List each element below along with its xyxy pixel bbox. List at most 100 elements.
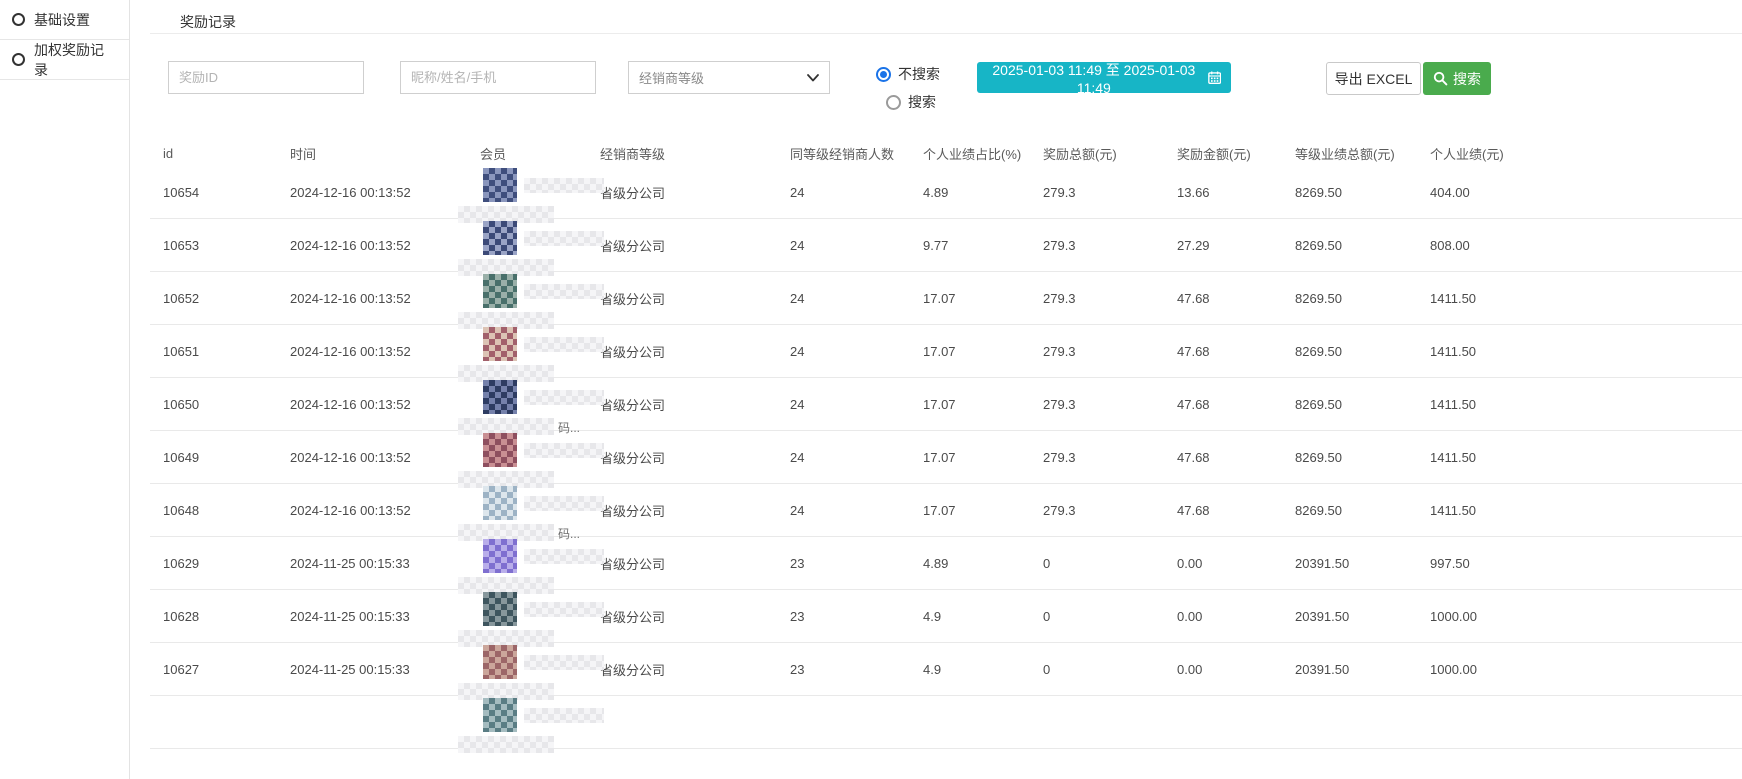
- cell-reward-total: 0: [1043, 590, 1177, 642]
- cell-ratio: 17.07: [923, 378, 1043, 430]
- column-header: 个人业绩(元): [1430, 140, 1742, 166]
- cell-reward-amount: 0.00: [1177, 643, 1295, 695]
- member-cell: [480, 431, 600, 483]
- sidebar-item-weighted-reward-records[interactable]: 加权奖励记录: [0, 40, 129, 80]
- cell-ratio: 9.77: [923, 219, 1043, 271]
- cell-peer-count: 24: [790, 219, 923, 271]
- cell-dealer-level: [600, 696, 790, 748]
- column-header: 等级业绩总额(元): [1295, 140, 1430, 166]
- export-excel-button[interactable]: 导出 EXCEL: [1326, 62, 1421, 95]
- member-name-blur: [524, 337, 604, 352]
- table-row: [150, 696, 1742, 749]
- search-button[interactable]: 搜索: [1423, 62, 1491, 95]
- cell-id: 10654: [163, 166, 290, 218]
- cell-dealer-level: 省级分公司: [600, 219, 790, 271]
- cell-reward-total: 279.3: [1043, 431, 1177, 483]
- table-row: 106272024-11-25 00:15:33省级分公司234.900.002…: [150, 643, 1742, 696]
- table-row: 106542024-12-16 00:13:52省级分公司244.89279.3…: [150, 166, 1742, 219]
- cell-peer-count: 23: [790, 643, 923, 695]
- cell-id: 10650: [163, 378, 290, 430]
- sidebar-item-basic-settings[interactable]: 基础设置: [0, 0, 129, 40]
- member-avatar: [483, 274, 517, 308]
- cell-reward-total: 279.3: [1043, 219, 1177, 271]
- cell-peer-count: 23: [790, 590, 923, 642]
- cell-time: 2024-12-16 00:13:52: [290, 166, 480, 218]
- reward-id-input[interactable]: [168, 61, 364, 94]
- cell-dealer-level: 省级分公司: [600, 272, 790, 324]
- cell-reward-amount: 47.68: [1177, 325, 1295, 377]
- member-search-input[interactable]: [400, 61, 596, 94]
- cell-level-total: 8269.50: [1295, 484, 1430, 536]
- member-avatar: [483, 539, 517, 573]
- cell-reward-total: [1043, 696, 1177, 748]
- cell-id: 10651: [163, 325, 290, 377]
- cell-time: 2024-11-25 00:15:33: [290, 643, 480, 695]
- member-name-blur: [524, 655, 604, 670]
- sidebar: 基础设置 加权奖励记录: [0, 0, 130, 779]
- cell-dealer-level: 省级分公司: [600, 166, 790, 218]
- member-avatar: [483, 433, 517, 467]
- radio-unselected-icon: [886, 95, 901, 110]
- cell-reward-amount: 47.68: [1177, 272, 1295, 324]
- table-row: 106512024-12-16 00:13:52 省级分公司2417.07279.…: [150, 325, 1742, 378]
- cell-ratio: 17.07: [923, 272, 1043, 324]
- member-cell: [480, 272, 600, 324]
- member-cell: [480, 166, 600, 218]
- column-header: 同等级经销商人数: [790, 140, 923, 166]
- cell-ratio: 4.9: [923, 643, 1043, 695]
- member-info-blur: [458, 736, 554, 753]
- member-cell: 码...: [480, 378, 600, 430]
- date-range-button[interactable]: 2025-01-03 11:49 至 2025-01-03 11:49: [977, 62, 1231, 93]
- member-cell: [480, 590, 600, 642]
- cell-time: 2024-11-25 00:15:33: [290, 537, 480, 589]
- cell-id: 10653: [163, 219, 290, 271]
- table-row: 106502024-12-16 00:13:52码...省级分公司2417.07…: [150, 378, 1742, 431]
- cell-reward-amount: 47.68: [1177, 431, 1295, 483]
- member-name-blur: [524, 231, 604, 246]
- chevron-down-icon: [807, 74, 819, 82]
- cell-personal: 1411.50: [1430, 325, 1742, 377]
- column-header: 个人业绩占比(%): [923, 140, 1043, 166]
- cell-dealer-level: 省级分公司: [600, 643, 790, 695]
- cell-reward-amount: 47.68: [1177, 378, 1295, 430]
- radio-search[interactable]: 搜索: [886, 92, 940, 112]
- radio-search-label: 搜索: [908, 92, 936, 112]
- member-name-blur: [524, 284, 604, 299]
- cell-ratio: 17.07: [923, 484, 1043, 536]
- cell-reward-total: 279.3: [1043, 325, 1177, 377]
- table-row: 106282024-11-25 00:15:33省级分公司234.900.002…: [150, 590, 1742, 643]
- member-name-blur: [524, 549, 604, 564]
- member-name-blur: [524, 178, 604, 193]
- cell-personal: 1411.50: [1430, 378, 1742, 430]
- cell-time: 2024-12-16 00:13:52: [290, 219, 480, 271]
- member-name-blur: [524, 602, 604, 617]
- member-cell: [480, 537, 600, 589]
- table-row: 106532024-12-16 00:13:52 省级分公司249.77279.3…: [150, 219, 1742, 272]
- table-row: 106492024-12-16 00:13:52省级分公司2417.07279.…: [150, 431, 1742, 484]
- cell-ratio: 17.07: [923, 325, 1043, 377]
- date-range-text: 2025-01-03 11:49 至 2025-01-03 11:49: [987, 60, 1201, 96]
- cell-level-total: 8269.50: [1295, 325, 1430, 377]
- cell-peer-count: 24: [790, 325, 923, 377]
- cell-dealer-level: 省级分公司: [600, 590, 790, 642]
- cell-id: 10648: [163, 484, 290, 536]
- cell-reward-total: 0: [1043, 643, 1177, 695]
- search-button-label: 搜索: [1453, 69, 1481, 89]
- cell-level-total: 20391.50: [1295, 643, 1430, 695]
- table-header-row: id时间会员经销商等级同等级经销商人数个人业绩占比(%)奖励总额(元)奖励金额(…: [150, 140, 1742, 166]
- cell-level-total: 8269.50: [1295, 378, 1430, 430]
- radio-no-search[interactable]: 不搜索: [876, 64, 940, 84]
- cell-ratio: [923, 696, 1043, 748]
- cell-dealer-level: 省级分公司: [600, 325, 790, 377]
- member-name-blur: [524, 708, 604, 723]
- member-name-blur: [524, 390, 604, 405]
- member-avatar: [483, 592, 517, 626]
- cell-time: 2024-12-16 00:13:52: [290, 325, 480, 377]
- cell-ratio: 4.9: [923, 590, 1043, 642]
- cell-time: 2024-11-25 00:15:33: [290, 590, 480, 642]
- main-panel: 奖励记录 经销商等级 不搜索 搜索 2025-01-03 11:49 至 202…: [150, 0, 1742, 779]
- cell-personal: 1411.50: [1430, 484, 1742, 536]
- dealer-level-select[interactable]: 经销商等级: [628, 61, 830, 94]
- cell-personal: 997.50: [1430, 537, 1742, 589]
- member-cell: [480, 696, 600, 748]
